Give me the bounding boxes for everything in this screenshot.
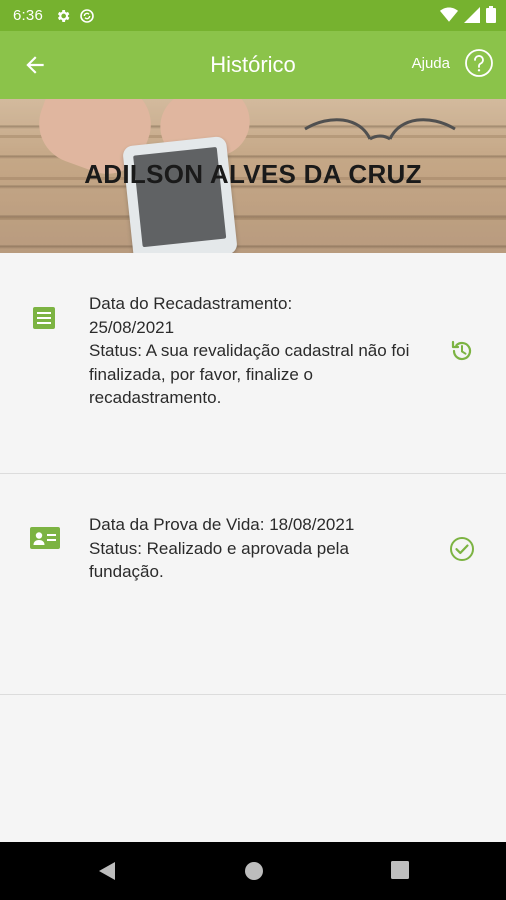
user-name: ADILSON ALVES DA CRUZ (84, 159, 422, 189)
gear-icon (57, 9, 70, 22)
app-bar: Histórico Ajuda (0, 31, 506, 99)
sync-icon (80, 8, 94, 23)
status-time: 6:36 (13, 7, 43, 24)
history-item-prova-de-vida: Data da Prova de Vida: 18/08/2021 Status… (0, 474, 506, 695)
document-list-icon (33, 307, 55, 329)
history-status: Status: A sua revalidação cadastral não … (89, 341, 410, 407)
history-date-label: Data do Recadastramento: (89, 294, 293, 313)
history-date-label: Data da Prova de Vida: 18/08/2021 (89, 515, 355, 534)
back-triangle-icon[interactable] (97, 860, 117, 882)
history-status: Status: Realizado e aprovada pela fundaç… (89, 538, 349, 582)
status-bar: 6:36 (0, 0, 506, 31)
history-refresh-icon[interactable] (449, 338, 475, 364)
recents-square-icon[interactable] (390, 860, 410, 880)
profile-banner: ADILSON ALVES DA CRUZ (0, 99, 506, 253)
home-circle-icon[interactable] (243, 860, 265, 882)
history-date-value: 25/08/2021 (89, 317, 175, 337)
cellular-signal-icon (464, 6, 480, 23)
wifi-icon (440, 7, 458, 22)
system-nav-bar (0, 842, 506, 900)
battery-icon (486, 6, 496, 23)
question-circle-icon (465, 49, 493, 77)
id-card-icon (30, 527, 60, 549)
help-button[interactable]: Ajuda (412, 48, 494, 78)
check-circle-icon[interactable] (449, 536, 475, 562)
history-item-recadastramento: Data do Recadastramento: 25/08/2021 Stat… (0, 253, 506, 474)
help-label: Ajuda (411, 54, 450, 72)
arrow-left-icon[interactable] (22, 52, 48, 78)
